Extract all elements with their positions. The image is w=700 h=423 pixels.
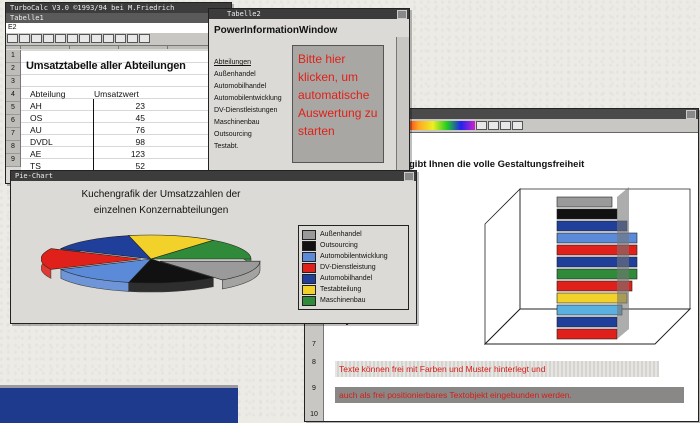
button-text: Bitte hier <box>298 52 346 66</box>
table-row[interactable]: OS 45 <box>30 113 145 125</box>
tool-button-icon[interactable] <box>500 121 511 130</box>
button-text: klicken, um <box>298 70 359 84</box>
row-number: 8 <box>312 359 316 366</box>
legend-item: Außenhandel <box>302 229 405 240</box>
sheet-tab[interactable]: Tabelle1 <box>10 14 44 22</box>
list-item[interactable]: Automobilhandel <box>214 81 282 93</box>
red-text-line-2: auch als frei positionierbares Textobjek… <box>335 387 684 403</box>
list-item[interactable]: DV-Dienstleistungen <box>214 105 282 117</box>
tool-button-icon[interactable] <box>43 34 54 43</box>
button-text: automatische <box>298 88 370 102</box>
tool-button-icon[interactable] <box>103 34 114 43</box>
tool-button-icon[interactable] <box>31 34 42 43</box>
tool-button-icon[interactable] <box>7 34 18 43</box>
depth-gadget-icon[interactable] <box>404 172 414 181</box>
tool-button-icon[interactable] <box>139 34 150 43</box>
tool-button-icon[interactable] <box>79 34 90 43</box>
depth-gadget-icon[interactable] <box>686 110 696 119</box>
table-row[interactable]: DVDL 98 <box>30 137 145 149</box>
row-number: 10 <box>310 411 318 418</box>
button-text: Auswertung zu <box>298 106 378 120</box>
row-number[interactable]: 9 <box>6 154 20 167</box>
pie-window-title: Pie-Chart <box>15 172 53 180</box>
tool-button-icon[interactable] <box>91 34 102 43</box>
sheet-title: Umsatztabelle aller Abteilungen <box>26 60 186 72</box>
app-title: TurboCalc V3.0 ©1993/94 bei M.Friedrich <box>10 4 175 12</box>
row-number[interactable]: 8 <box>6 141 20 154</box>
row-headers: 1 2 3 4 5 6 7 8 9 <box>6 50 21 167</box>
spreadsheet-window[interactable]: TurboCalc V3.0 ©1993/94 bei M.Friedrich … <box>5 2 232 184</box>
legend-item: Outsourcing <box>302 240 405 251</box>
depth-gadget-icon[interactable] <box>397 10 407 19</box>
blue-panel <box>0 385 238 423</box>
list-item[interactable]: Outsourcing <box>214 129 282 141</box>
pie-titlebar[interactable]: Pie-Chart <box>11 171 416 181</box>
row-number[interactable]: 2 <box>6 63 20 76</box>
row-number[interactable]: 4 <box>6 89 20 102</box>
legend-item: DV-Dienstleistung <box>302 262 405 273</box>
tool-button-icon[interactable] <box>476 121 487 130</box>
legend-item: Testabteilung <box>302 284 405 295</box>
legend-item: Maschinenbau <box>302 295 405 306</box>
start-evaluation-button[interactable]: Bitte hier klicken, um automatische Ausw… <box>292 45 384 163</box>
red-text-line-1: Texte können frei mit Farben und Muster … <box>335 361 659 377</box>
list-item[interactable]: Testabt. <box>214 141 282 153</box>
info-window[interactable]: Tabelle2 PowerInformationWindow Abteilun… <box>208 8 410 178</box>
pie-chart-window[interactable]: Pie-Chart Kuchengrafik der Umsatzzahlen … <box>10 170 417 324</box>
pie-chart <box>41 234 261 293</box>
info-title: PowerInformationWindow <box>214 25 338 36</box>
row-number[interactable]: 5 <box>6 102 20 115</box>
color-palette[interactable] <box>405 121 475 130</box>
list-item[interactable]: Automobilentwicklung <box>214 93 282 105</box>
column-label-umsatzwert: Umsatzwert <box>94 89 139 99</box>
spreadsheet-toolbar <box>6 33 211 46</box>
vertical-scrollbar[interactable] <box>396 37 409 177</box>
spreadsheet-titlebar[interactable]: TurboCalc V3.0 ©1993/94 bei M.Friedrich <box>6 3 231 13</box>
row-number[interactable]: 7 <box>6 128 20 141</box>
tool-button-icon[interactable] <box>19 34 30 43</box>
row-number[interactable]: 6 <box>6 115 20 128</box>
row-number: 7 <box>312 341 316 348</box>
row-number[interactable]: 3 <box>6 76 20 89</box>
row-number: 9 <box>312 385 316 392</box>
tool-button-icon[interactable] <box>488 121 499 130</box>
tool-button-icon[interactable] <box>115 34 126 43</box>
tool-button-icon[interactable] <box>67 34 78 43</box>
list-header: Abteilungen <box>214 59 251 66</box>
sheet-tab-bar[interactable]: Tabelle1 <box>6 13 231 23</box>
bar-chart-3d <box>483 187 692 345</box>
info-titlebar[interactable]: Tabelle2 <box>209 9 409 19</box>
tool-button-icon[interactable] <box>512 121 523 130</box>
tool-button-icon[interactable] <box>127 34 138 43</box>
list-item[interactable]: Maschinenbau <box>214 117 282 129</box>
department-list: Abteilungen Außenhandel Automobilhandel … <box>214 57 282 153</box>
chart-title-line-2: einzelnen Konzernabteilungen <box>93 205 229 216</box>
list-item[interactable]: Außenhandel <box>214 69 282 81</box>
tool-button-icon[interactable] <box>55 34 66 43</box>
chart-legend: Außenhandel Outsourcing Automobilentwick… <box>298 225 409 310</box>
table-row[interactable]: AU 76 <box>30 125 145 137</box>
legend-item: Automobilentwicklung <box>302 251 405 262</box>
chart-title-line-1: Kuchengrafik der Umsatzzahlen der <box>81 189 241 200</box>
table-row[interactable]: AE 123 <box>30 149 145 161</box>
table-row[interactable]: AH 23 <box>30 101 145 113</box>
column-label-abteilung: Abteilung <box>30 89 66 99</box>
legend-item: Automobilhandel <box>302 273 405 284</box>
info-tab[interactable]: Tabelle2 <box>227 10 261 18</box>
row-number[interactable]: 1 <box>6 50 20 63</box>
button-text: starten <box>298 124 335 138</box>
